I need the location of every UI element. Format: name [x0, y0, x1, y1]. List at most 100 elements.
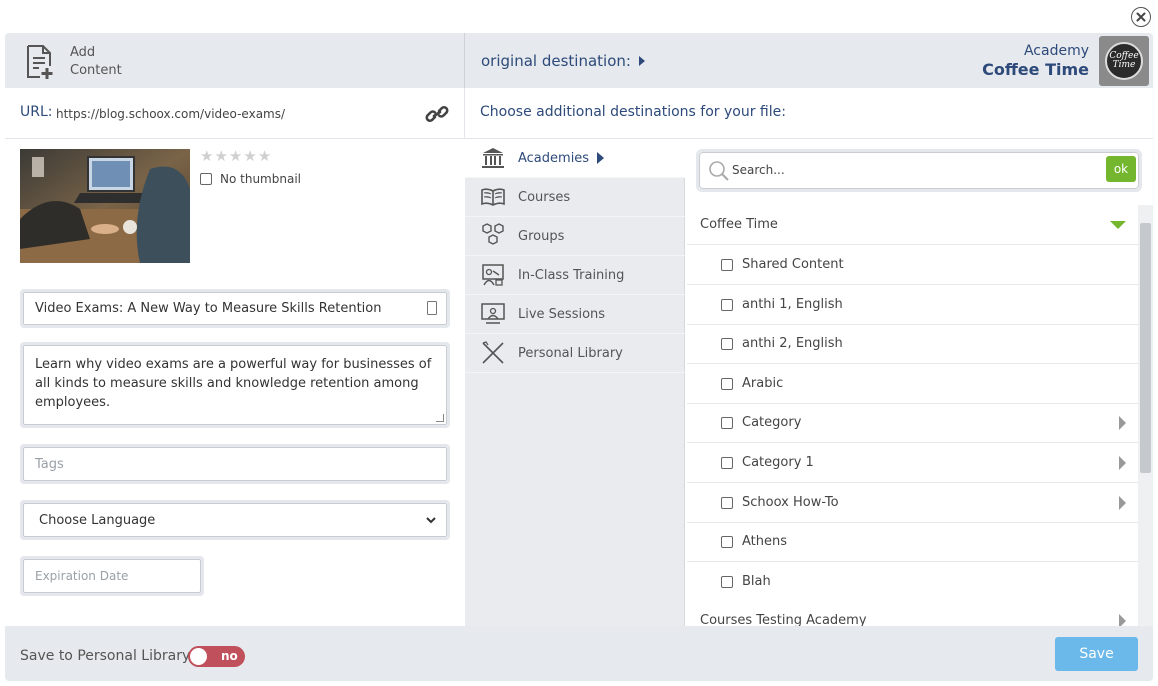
- search-ok-button[interactable]: ok: [1106, 156, 1136, 182]
- group-label: Coffee Time: [700, 217, 778, 232]
- language-value: Choose Language: [39, 513, 156, 528]
- list-item[interactable]: Category 1: [687, 443, 1138, 483]
- url-value: https://blog.schoox.com/video-exams/: [56, 107, 286, 121]
- no-thumbnail-label: No thumbnail: [220, 172, 301, 186]
- description-value: Learn why video exams are a powerful way…: [35, 357, 432, 410]
- academy-logo-mark: Coffee Time: [1105, 42, 1143, 80]
- modal-footer: Save to Personal Library no Save: [5, 626, 1153, 681]
- star-icon[interactable]: ★: [243, 149, 256, 164]
- list-item[interactable]: Schoox How-To: [687, 483, 1138, 523]
- star-icon[interactable]: ★: [200, 149, 213, 164]
- list-item-label: Athens: [742, 534, 788, 549]
- nav-label: Courses: [518, 189, 571, 205]
- close-icon: [1136, 12, 1146, 22]
- list-item[interactable]: Shared Content: [687, 245, 1138, 285]
- list-item-checkbox[interactable]: [721, 377, 733, 390]
- nav-label: Personal Library: [518, 345, 623, 361]
- list-item[interactable]: Arabic: [687, 364, 1138, 404]
- nav-item-live-sessions[interactable]: Live Sessions: [465, 295, 685, 334]
- title-field[interactable]: Video Exams: A New Way to Measure Skills…: [20, 289, 450, 328]
- add-content-modal: Add Content original destination: Academ…: [5, 33, 1153, 681]
- list-item-label: Blah: [742, 574, 771, 589]
- close-button[interactable]: [1131, 7, 1151, 27]
- nav-item-groups[interactable]: Groups: [465, 217, 685, 256]
- nav-item-academies[interactable]: Academies: [465, 139, 685, 178]
- star-icon[interactable]: ★: [214, 149, 227, 164]
- destination-type-nav: Academies Courses Groups In-Class Traini…: [465, 139, 685, 626]
- nav-item-in-class-training[interactable]: In-Class Training: [465, 256, 685, 295]
- save-button[interactable]: Save: [1055, 637, 1138, 671]
- resize-handle[interactable]: [436, 414, 444, 422]
- tags-input[interactable]: Tags: [20, 444, 450, 484]
- caret-right-icon: [638, 56, 645, 66]
- nav-item-personal-library[interactable]: Personal Library: [465, 334, 685, 373]
- save-personal-label: Save to Personal Library: [20, 648, 191, 664]
- expand-right-icon[interactable]: [1119, 456, 1126, 470]
- list-item-checkbox[interactable]: [721, 575, 733, 588]
- list-item-label: Arabic: [742, 376, 784, 391]
- no-thumbnail-option[interactable]: No thumbnail: [200, 172, 301, 186]
- destination-search[interactable]: Search... ok: [696, 149, 1142, 192]
- list-item-checkbox[interactable]: [721, 456, 733, 469]
- scrollbar-thumb[interactable]: [1140, 223, 1151, 473]
- academy-logo: Coffee Time: [1099, 36, 1149, 86]
- destination-list: Coffee Time Shared Content anthi 1, Engl…: [687, 205, 1138, 626]
- list-item-checkbox[interactable]: [721, 298, 733, 311]
- group-label: Courses Testing Academy: [700, 613, 867, 626]
- expand-right-icon[interactable]: [1119, 496, 1126, 510]
- presentation-icon: [480, 301, 506, 327]
- content-label: Content: [70, 63, 122, 78]
- academy-label: Academy: [1023, 43, 1089, 59]
- add-label: Add: [70, 45, 96, 60]
- title-value: Video Exams: A New Way to Measure Skills…: [35, 301, 382, 316]
- list-item-label: Category: [742, 415, 802, 430]
- list-item[interactable]: anthi 2, English: [687, 324, 1138, 364]
- nav-label: In-Class Training: [518, 267, 625, 283]
- toggle-state-label: no: [221, 649, 238, 663]
- list-item-checkbox[interactable]: [721, 535, 733, 548]
- book-icon: [480, 184, 506, 210]
- original-destination[interactable]: original destination:: [481, 52, 645, 70]
- list-item-label: anthi 2, English: [742, 336, 843, 351]
- star-icon[interactable]: ★: [229, 149, 242, 164]
- list-item-checkbox[interactable]: [721, 496, 733, 509]
- list-item-label: anthi 1, English: [742, 297, 843, 312]
- classroom-icon: [480, 262, 506, 288]
- list-item-checkbox[interactable]: [721, 337, 733, 350]
- expiration-date-input[interactable]: Expiration Date: [20, 556, 204, 596]
- modal-header: Add Content original destination: Academ…: [5, 33, 1153, 88]
- list-item-checkbox[interactable]: [721, 258, 733, 271]
- no-thumbnail-checkbox[interactable]: [200, 173, 212, 185]
- original-destination-label: original destination:: [481, 52, 631, 70]
- add-content-title: Add Content: [5, 33, 465, 88]
- nav-label: Academies: [518, 150, 590, 166]
- list-item[interactable]: Category: [687, 403, 1138, 443]
- expand-down-icon[interactable]: [1110, 221, 1126, 229]
- expand-right-icon[interactable]: [1119, 416, 1126, 430]
- save-personal-toggle[interactable]: no: [188, 646, 245, 667]
- list-scrollbar[interactable]: [1138, 205, 1153, 626]
- list-item-label: Category 1: [742, 455, 814, 470]
- list-item[interactable]: Blah: [687, 562, 1138, 602]
- rating-stars[interactable]: ★ ★ ★ ★ ★: [200, 149, 271, 164]
- search-input[interactable]: Search...: [732, 163, 785, 177]
- list-item[interactable]: Athens: [687, 522, 1138, 562]
- expand-right-icon[interactable]: [1119, 614, 1126, 626]
- description-field[interactable]: Learn why video exams are a powerful way…: [20, 342, 450, 428]
- add-document-icon: [27, 45, 53, 79]
- list-item-label: Shared Content: [742, 257, 844, 272]
- group-row-coffee-time[interactable]: Coffee Time: [687, 205, 1138, 245]
- link-icon[interactable]: [425, 105, 449, 123]
- nav-label: Groups: [518, 228, 565, 244]
- group-row-courses-testing-academy[interactable]: Courses Testing Academy: [687, 601, 1138, 626]
- search-icon: [709, 161, 729, 181]
- nav-item-courses[interactable]: Courses: [465, 178, 685, 217]
- list-item-checkbox[interactable]: [721, 416, 733, 429]
- list-item[interactable]: anthi 1, English: [687, 285, 1138, 325]
- caret-right-icon: [597, 152, 605, 164]
- character-count-icon: [427, 301, 437, 315]
- language-select[interactable]: Choose Language: [20, 500, 450, 540]
- thumbnail-image: [20, 149, 190, 263]
- star-icon[interactable]: ★: [258, 149, 271, 164]
- toggle-knob: [190, 648, 207, 665]
